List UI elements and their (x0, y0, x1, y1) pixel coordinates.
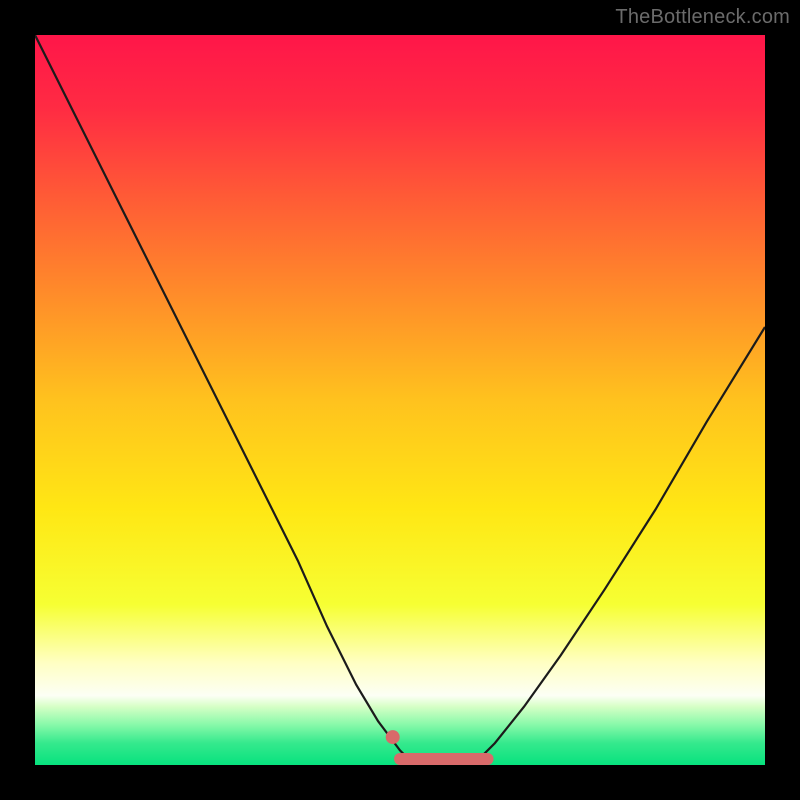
curves-layer (35, 35, 765, 765)
plot-area (35, 35, 765, 765)
left-curve (35, 35, 415, 765)
marker-dot (386, 730, 400, 744)
curve-group (35, 35, 765, 765)
right-curve (473, 327, 765, 765)
watermark-label: TheBottleneck.com (615, 6, 790, 29)
chart-frame: TheBottleneck.com (0, 0, 800, 800)
